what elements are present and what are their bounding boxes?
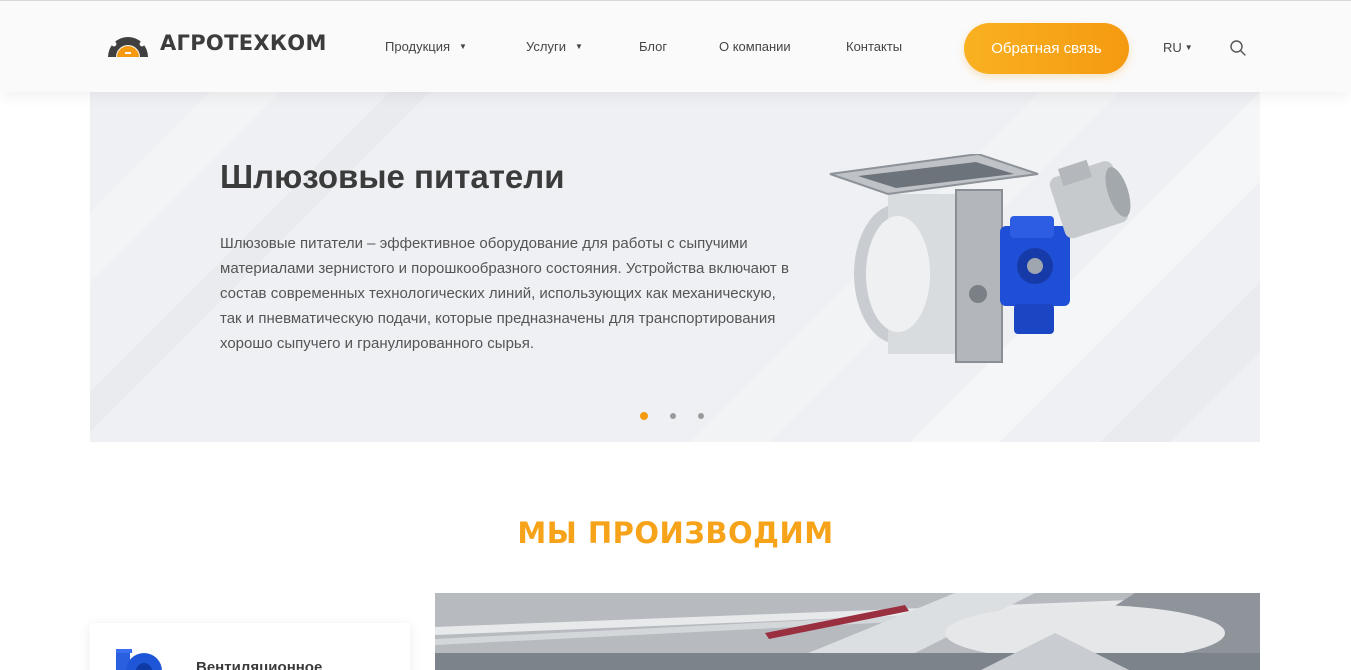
hero-description: Шлюзовые питатели – эффективное оборудов… — [220, 235, 789, 352]
language-selector[interactable]: RU ▼ — [1163, 40, 1193, 55]
factory-ceiling-image — [435, 593, 1260, 670]
slider-pagination — [640, 412, 704, 420]
language-label: RU — [1163, 40, 1182, 55]
nav-item-contacts[interactable]: Контакты — [846, 39, 902, 54]
nav-label: Услуги — [526, 39, 566, 54]
nav-item-services[interactable]: Услуги ▼ — [526, 39, 583, 54]
slider-dot-2[interactable] — [670, 413, 676, 419]
hero-title: Шлюзовые питатели — [220, 158, 565, 195]
nav-item-products[interactable]: Продукция ▼ — [385, 39, 467, 54]
site-header: АГРОТЕХКОМ Продукция ▼ Услуги ▼ Блог О ком… — [0, 0, 1351, 92]
brand-name: АГРОТЕХКОМ — [160, 31, 327, 55]
factory-photo — [435, 593, 1260, 670]
feedback-button[interactable]: Обратная связь — [964, 23, 1129, 74]
slider-dot-3[interactable] — [698, 413, 704, 419]
caret-down-icon: ▼ — [574, 42, 583, 51]
nav-item-blog[interactable]: Блог — [639, 39, 667, 54]
nav-item-about[interactable]: О компании — [719, 39, 791, 54]
nav-label: Продукция — [385, 39, 451, 54]
logo[interactable]: АГРОТЕХКОМ — [104, 23, 327, 59]
section-title: МЫ ПРОИЗВОДИМ — [517, 516, 834, 550]
rotary-feeder-image — [829, 154, 1131, 363]
ventilation-fan-icon — [116, 649, 162, 670]
search-icon[interactable] — [1229, 39, 1247, 57]
product-card-label: Вентиляционное — [196, 659, 323, 670]
caret-down-icon: ▼ — [459, 42, 467, 51]
hero-slider: Шлюзовые питатели Шлюзовые питатели – эф… — [90, 92, 1260, 442]
product-card[interactable]: Вентиляционное — [90, 623, 410, 670]
logo-icon — [108, 31, 148, 57]
caret-down-icon: ▼ — [1184, 43, 1193, 52]
slider-dot-1[interactable] — [640, 412, 648, 420]
